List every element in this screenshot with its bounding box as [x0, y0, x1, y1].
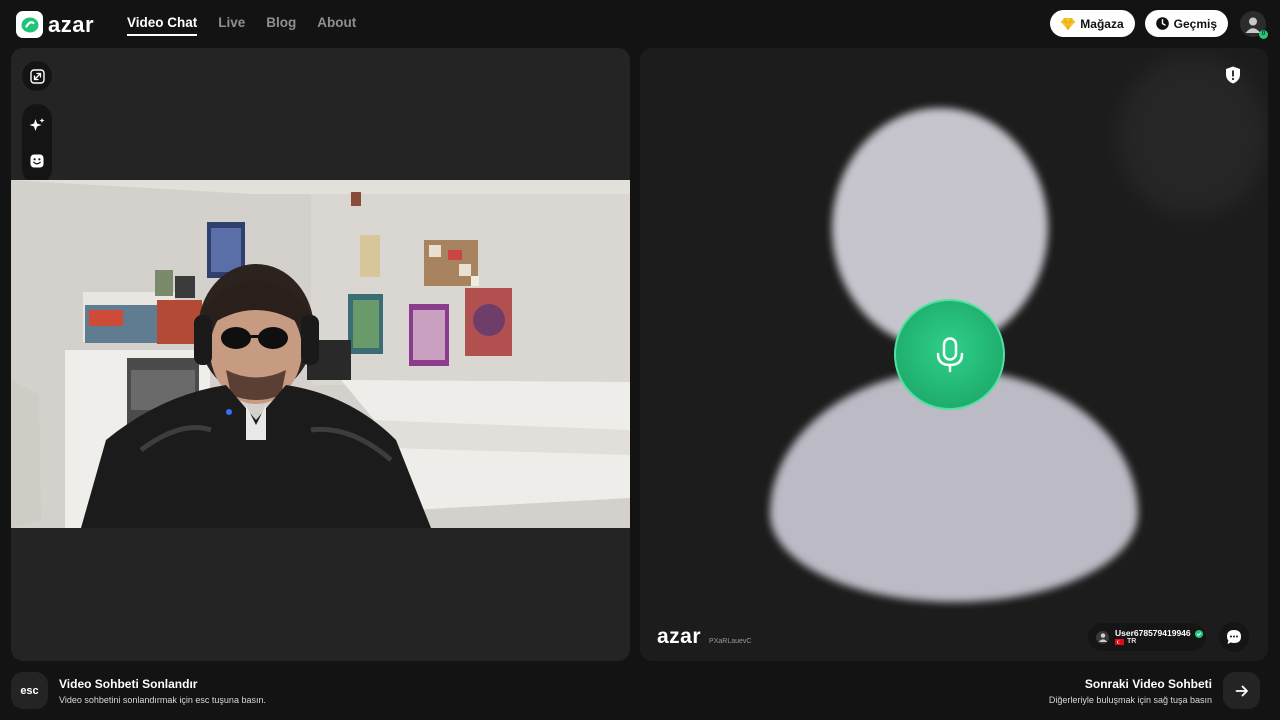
self-webcam-feed — [11, 180, 630, 528]
shop-button[interactable]: Mağaza — [1050, 10, 1135, 37]
report-button[interactable] — [1222, 64, 1244, 86]
watermark-logo: azar — [657, 625, 702, 648]
watermark-id: PXaRLauevC — [709, 638, 752, 645]
nav-live[interactable]: Live — [218, 15, 245, 36]
shop-label: Mağaza — [1080, 16, 1124, 31]
partner-avatar — [1096, 630, 1109, 644]
effects-toolbar — [22, 104, 52, 184]
main-nav: Video Chat Live Blog About — [127, 15, 356, 36]
microphone-icon — [936, 336, 963, 372]
blurred-background-shape — [1118, 56, 1268, 216]
end-chat-hint: esc Video Sohbeti Sonlandır Video sohbet… — [11, 672, 266, 709]
expand-icon — [29, 68, 45, 84]
shield-alert-icon — [1226, 66, 1240, 84]
next-chat-subtitle: Diğerleriyle buluşmak için sağ tuşa bası… — [1048, 694, 1212, 705]
end-chat-title: Video Sohbeti Sonlandır — [59, 676, 198, 691]
self-video-panel — [11, 48, 630, 661]
nav-blog[interactable]: Blog — [266, 15, 296, 36]
user-icon — [1098, 633, 1107, 642]
azar-logo[interactable]: azar — [16, 11, 94, 38]
clock-icon — [1155, 17, 1169, 30]
esc-button[interactable]: esc — [11, 672, 48, 709]
partner-user-chip[interactable]: User678579419946 TR — [1088, 623, 1206, 651]
end-chat-subtitle: Video sohbetini sonlandırmak için esc tu… — [59, 694, 266, 705]
next-chat-button[interactable] — [1223, 672, 1260, 709]
partner-username: User678579419946 — [1115, 627, 1191, 638]
webcam-scene-image — [11, 180, 630, 528]
chat-bubble-icon — [1227, 630, 1241, 644]
user-icon — [1245, 17, 1261, 33]
verified-icon — [1194, 629, 1203, 638]
partner-country: TR — [1115, 638, 1203, 645]
partner-video-panel: azar PXaRLauevC User678579419946 TR — [640, 48, 1268, 661]
nav-about[interactable]: About — [317, 15, 356, 36]
expand-button[interactable] — [22, 61, 52, 91]
end-chat-text: Video Sohbeti Sonlandır Video sohbetini … — [59, 677, 266, 705]
microphone-button[interactable] — [894, 299, 1005, 410]
history-label: Geçmiş — [1173, 16, 1217, 31]
top-bar: azar Video Chat Live Blog About Mağaza G… — [0, 0, 1280, 48]
sticker-button[interactable] — [22, 146, 52, 176]
partner-country-code: TR — [1127, 638, 1137, 646]
azar-logo-text: azar — [48, 11, 95, 37]
chat-button[interactable] — [1219, 622, 1249, 652]
sparkle-icon — [29, 118, 45, 131]
next-chat-text: Sonraki Video Sohbeti Diğerleriyle buluş… — [1049, 677, 1212, 705]
avatar-badge: 0 — [1259, 29, 1268, 39]
history-button[interactable]: Geçmiş — [1144, 10, 1228, 37]
turkey-flag-icon — [1115, 638, 1124, 645]
partner-watermark: azar PXaRLauevC — [657, 626, 751, 647]
gem-icon — [1061, 17, 1076, 30]
header-actions: Mağaza Geçmiş 0 — [1050, 10, 1268, 39]
next-chat-title: Sonraki Video Sohbeti — [1084, 676, 1212, 691]
smiley-icon — [30, 154, 44, 168]
arrow-right-icon — [1235, 685, 1248, 696]
azar-logo-icon — [16, 11, 43, 38]
effects-button[interactable] — [22, 110, 52, 140]
nav-video-chat[interactable]: Video Chat — [127, 15, 198, 36]
next-chat-hint: Sonraki Video Sohbeti Diğerleriyle buluş… — [1049, 672, 1260, 709]
profile-avatar[interactable]: 0 — [1240, 10, 1268, 39]
